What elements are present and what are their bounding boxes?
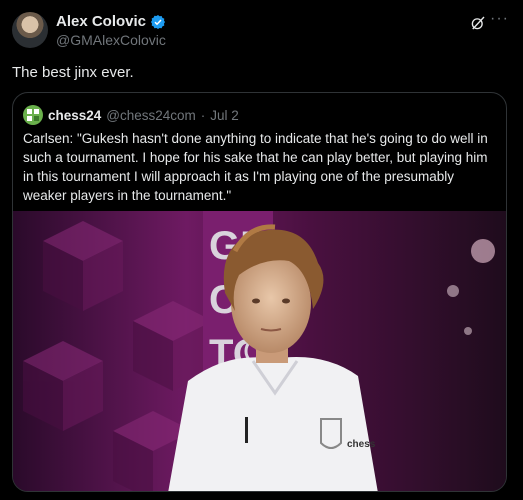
quoted-tweet[interactable]: chess24 @chess24com · Jul 2 Carlsen: "Gu… xyxy=(12,92,507,492)
quoted-tweet-header: chess24 @chess24com · Jul 2 xyxy=(23,105,239,125)
author-display-name[interactable]: Alex Colovic xyxy=(56,13,146,30)
verified-badge-icon xyxy=(151,14,166,29)
more-options-icon[interactable]: ··· xyxy=(490,9,510,29)
chess24-avatar xyxy=(23,105,43,125)
quoted-text: Carlsen: "Gukesh hasn't done anything to… xyxy=(23,131,488,203)
author-name-row[interactable]: Alex Colovic xyxy=(56,13,166,30)
author-avatar[interactable] xyxy=(12,12,48,48)
quoted-separator: · xyxy=(200,107,206,123)
quoted-media-image[interactable]: GR CH TO chess xyxy=(13,211,506,491)
grok-icon[interactable] xyxy=(469,14,487,32)
quoted-date: Jul 2 xyxy=(210,107,239,123)
carlsen-interview-photo: GR CH TO chess xyxy=(13,211,506,491)
quoted-display-name: chess24 xyxy=(48,107,102,123)
quoted-handle: @chess24com xyxy=(106,107,196,123)
shirt-brand: chess xyxy=(347,439,376,450)
author-handle[interactable]: @GMAlexColovic xyxy=(56,32,166,48)
tweet-text: The best jinx ever. xyxy=(12,64,134,81)
